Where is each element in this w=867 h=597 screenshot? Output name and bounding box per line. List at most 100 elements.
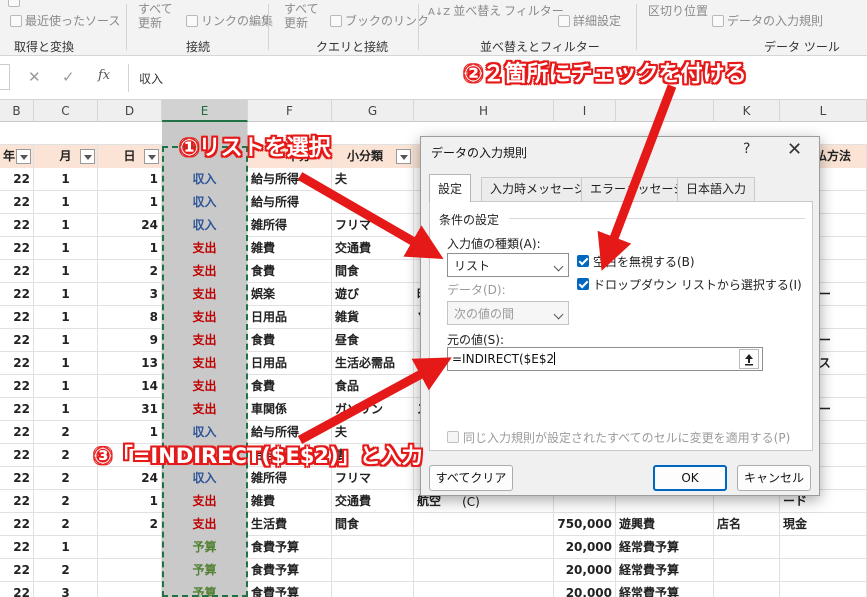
cell-m[interactable]: 1 [34, 536, 98, 559]
cell-y[interactable]: 22 [0, 283, 34, 306]
cell-amt[interactable]: 20,000 [554, 559, 616, 582]
cell-sub[interactable]: 間食 [332, 260, 414, 283]
cell-sub[interactable]: フリマ [332, 467, 414, 490]
cell-j[interactable]: 遊興費 [616, 513, 714, 536]
cell-d[interactable]: 1 [98, 490, 162, 513]
cell-d[interactable]: 9 [98, 329, 162, 352]
source-input[interactable]: =INDIRECT($E$2 [447, 347, 763, 371]
cell-cat[interactable]: 日用品 [248, 306, 332, 329]
cell-h[interactable] [414, 513, 554, 536]
cell-d[interactable]: 24 [98, 467, 162, 490]
cell-sub[interactable]: 生活必需品 [332, 352, 414, 375]
cell-d[interactable]: 2 [98, 260, 162, 283]
cell-cat[interactable]: 食費予算 [248, 536, 332, 559]
col-header-k[interactable]: K [714, 100, 780, 122]
cell-m[interactable]: 2 [34, 421, 98, 444]
cell-j[interactable]: 経常費予算 [616, 536, 714, 559]
cell-type[interactable]: 収入 [162, 191, 248, 214]
collapse-dialog-button[interactable] [739, 349, 759, 369]
cell-d[interactable]: 1 [98, 237, 162, 260]
allow-select[interactable]: リスト [447, 253, 569, 277]
cell-sub[interactable]: 昼食 [332, 329, 414, 352]
in-cell-dropdown-checkbox[interactable] [577, 278, 589, 290]
col-header-i[interactable]: I [554, 100, 616, 122]
cell-y[interactable]: 22 [0, 191, 34, 214]
cell-cat[interactable]: 生活費 [248, 513, 332, 536]
cell-sub[interactable]: 夫 [332, 168, 414, 191]
cell-m[interactable]: 1 [34, 375, 98, 398]
cell-m[interactable]: 2 [34, 513, 98, 536]
cell-type[interactable]: 支出 [162, 398, 248, 421]
ignore-blank-checkbox[interactable] [577, 255, 589, 267]
cell-y[interactable]: 22 [0, 375, 34, 398]
cell-sub[interactable] [332, 559, 414, 582]
col-header-e[interactable]: E [162, 100, 248, 122]
cell-amt[interactable]: 750,000 [554, 513, 616, 536]
cell-type[interactable]: 支出 [162, 260, 248, 283]
cell-d[interactable] [98, 559, 162, 582]
text-to-columns-button[interactable]: 区切り位置 [648, 2, 708, 19]
cell-h[interactable] [414, 559, 554, 582]
cell-h[interactable] [414, 582, 554, 597]
workbook-links-button[interactable]: ブックのリンク [330, 12, 429, 29]
cancel-icon[interactable]: ✕ [28, 68, 41, 86]
cell-sub[interactable]: 食品 [332, 375, 414, 398]
filter-dropdown-icon[interactable] [16, 149, 31, 164]
ok-button[interactable]: OK [653, 465, 727, 491]
filter-button[interactable]: フィルター [504, 2, 564, 19]
cell-cat[interactable]: 食費 [248, 329, 332, 352]
cell-m[interactable]: 1 [34, 260, 98, 283]
cell-sub[interactable]: 間食 [332, 513, 414, 536]
col-header-b[interactable]: B [0, 100, 34, 122]
cell-sub[interactable]: 遊び [332, 283, 414, 306]
cell-cat[interactable]: 給与所得 [248, 168, 332, 191]
apply-all-checkbox[interactable] [447, 431, 459, 443]
close-icon[interactable]: ✕ [787, 139, 802, 160]
cell-cat[interactable]: 食費予算 [248, 559, 332, 582]
cell-d[interactable] [98, 582, 162, 597]
cell-cat[interactable]: 食費 [248, 260, 332, 283]
col-header-j[interactable]: J [616, 100, 714, 122]
cell-d[interactable]: 31 [98, 398, 162, 421]
cell-sub[interactable] [332, 582, 414, 597]
cell-cat[interactable]: 日用品 [248, 352, 332, 375]
cell-d[interactable]: 2 [98, 513, 162, 536]
cell-pay[interactable] [780, 559, 867, 582]
sort-button[interactable]: A↓Z 並べ替え [428, 2, 501, 19]
header-sub-category[interactable]: 小分類 [332, 145, 414, 168]
cell-sub[interactable]: 交通費 [332, 237, 414, 260]
cell-y[interactable]: 22 [0, 536, 34, 559]
cell-y[interactable]: 22 [0, 329, 34, 352]
cell-m[interactable]: 1 [34, 352, 98, 375]
cell-j[interactable]: 経常費予算 [616, 582, 714, 597]
cell-type[interactable]: 支出 [162, 375, 248, 398]
cell-type[interactable]: 支出 [162, 237, 248, 260]
tab-ime[interactable]: 日本語入力 [677, 177, 756, 201]
cell-cat[interactable]: 車関係 [248, 398, 332, 421]
cell-m[interactable]: 2 [34, 490, 98, 513]
cell-type[interactable]: 支出 [162, 352, 248, 375]
cell-y[interactable]: 22 [0, 421, 34, 444]
tab-settings[interactable]: 設定 [429, 174, 472, 202]
cell-m[interactable]: 3 [34, 582, 98, 597]
cell-m[interactable]: 1 [34, 283, 98, 306]
cell-h[interactable] [414, 536, 554, 559]
clear-all-button[interactable]: すべてクリア(C) [429, 465, 513, 509]
from-table-button[interactable] [8, 0, 23, 8]
cell-k[interactable]: 店名 [714, 513, 780, 536]
enter-icon[interactable]: ✓ [62, 68, 75, 86]
refresh-all-bottom[interactable]: 更新 [138, 14, 162, 31]
cell-k[interactable] [714, 582, 780, 597]
tab-input-message[interactable]: 入力時メッセージ [481, 177, 595, 201]
cell-d[interactable]: 14 [98, 375, 162, 398]
recent-sources-button[interactable]: 最近使ったソース [10, 12, 120, 29]
cell-sub[interactable] [332, 191, 414, 214]
cell-m[interactable]: 1 [34, 237, 98, 260]
cell-sub[interactable]: フリマ [332, 214, 414, 237]
cell-k[interactable] [714, 559, 780, 582]
cell-y[interactable]: 22 [0, 467, 34, 490]
col-header-f[interactable]: F [248, 100, 332, 122]
cell-d[interactable]: 24 [98, 214, 162, 237]
cell-type[interactable]: 支出 [162, 329, 248, 352]
cell-y[interactable]: 22 [0, 214, 34, 237]
